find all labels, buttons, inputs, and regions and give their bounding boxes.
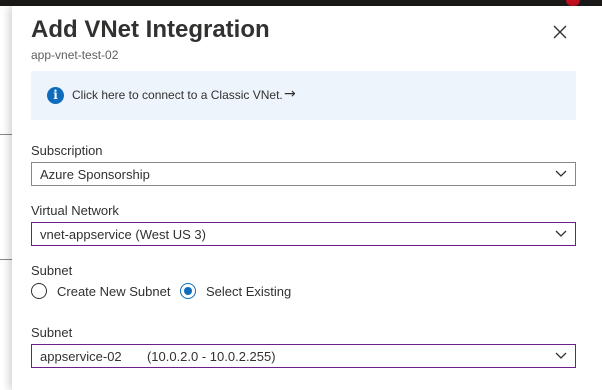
vnet-integration-panel: Add VNet Integration app-vnet-test-02 i … bbox=[12, 6, 602, 390]
virtual-network-value: vnet-appservice (West US 3) bbox=[40, 227, 206, 242]
radio-unchecked-icon bbox=[31, 283, 47, 299]
chevron-down-icon bbox=[555, 352, 567, 359]
subscription-dropdown[interactable]: Azure Sponsorship bbox=[31, 162, 576, 186]
virtual-network-label: Virtual Network bbox=[31, 203, 119, 218]
background-divider bbox=[0, 259, 12, 260]
panel-title: Add VNet Integration bbox=[31, 16, 270, 43]
info-icon: i bbox=[47, 87, 64, 104]
close-icon[interactable] bbox=[550, 22, 570, 42]
create-new-subnet-label: Create New Subnet bbox=[57, 284, 171, 299]
virtual-network-dropdown[interactable]: vnet-appservice (West US 3) bbox=[31, 222, 576, 246]
subnet-value: appservice-02 (10.0.2.0 - 10.0.2.255) bbox=[40, 349, 276, 364]
subnet-mode-radio-group: Create New Subnet Select Existing bbox=[31, 282, 431, 302]
chevron-down-icon bbox=[555, 170, 567, 177]
subnet-label: Subnet bbox=[31, 325, 73, 340]
subscription-label: Subscription bbox=[31, 143, 103, 158]
classic-vnet-link[interactable]: Click here to connect to a Classic VNet. bbox=[72, 88, 283, 102]
chevron-down-icon bbox=[555, 230, 567, 237]
arrow-right-icon: → bbox=[284, 86, 296, 102]
select-existing-label: Select Existing bbox=[206, 284, 292, 299]
panel-subtitle: app-vnet-test-02 bbox=[31, 48, 119, 62]
subnet-dropdown[interactable]: appservice-02 (10.0.2.0 - 10.0.2.255) bbox=[31, 344, 576, 368]
radio-checked-icon bbox=[180, 283, 196, 299]
background-divider bbox=[0, 134, 12, 135]
subscription-value: Azure Sponsorship bbox=[40, 167, 150, 182]
classic-vnet-banner[interactable]: i Click here to connect to a Classic VNe… bbox=[31, 71, 576, 120]
subnet-mode-label: Subnet bbox=[31, 263, 73, 278]
